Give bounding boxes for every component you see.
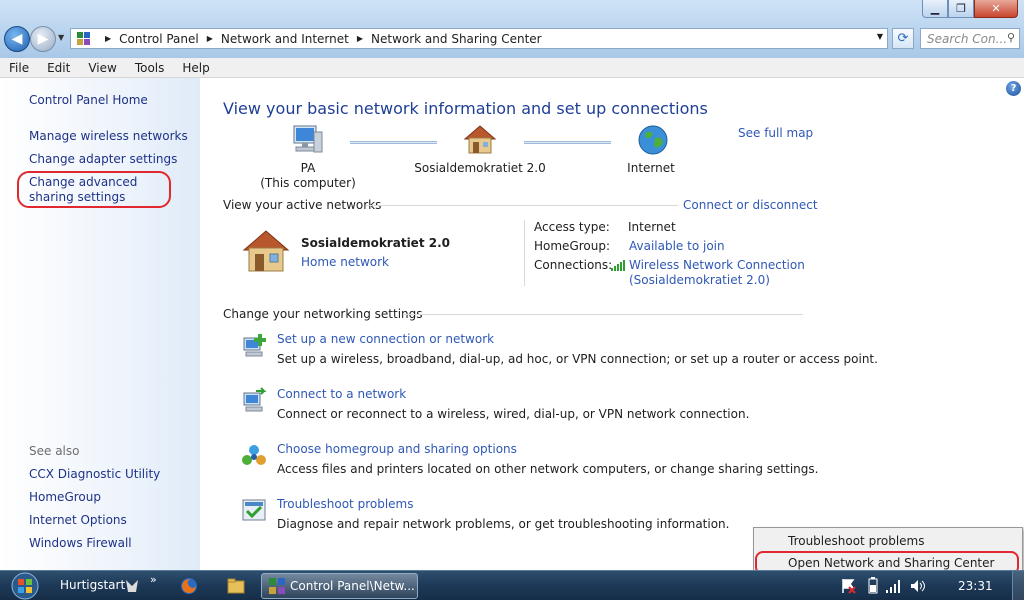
highlight-oval-left [17,171,171,208]
control-panel-home-link[interactable]: Control Panel Home [29,93,148,108]
refresh-icon: ⟳ [897,31,909,46]
connect-or-disconnect-link[interactable]: Connect or disconnect [683,198,818,212]
connections-label: Connections: [534,258,613,272]
show-desktop-button[interactable] [1012,571,1024,600]
breadcrumb-network-and-internet[interactable]: Network and Internet [221,32,349,46]
homegroup-label: HomeGroup: [534,239,611,253]
manage-wireless-networks-link[interactable]: Manage wireless networks [29,129,188,144]
control-panel-taskbar-icon [269,578,285,594]
connect-to-network-link[interactable]: Connect to a network [277,387,406,401]
start-button[interactable] [8,571,42,600]
taskbar: Hurtigstart » Control Panel\Netw... 23:3… [0,570,1024,600]
network-type-link[interactable]: Home network [301,255,389,269]
taskbar-clock[interactable]: 23:31 [958,579,993,593]
breadcrumb-separator-icon: ▶ [105,34,112,43]
menu-tools[interactable]: Tools [126,61,174,75]
menu-bar: File Edit View Tools Help [0,58,1024,78]
computer-icon [293,125,323,153]
breadcrumb-control-panel[interactable]: Control Panel [119,32,199,46]
network-tray-icon[interactable] [885,577,903,595]
connect-to-network-description: Connect or reconnect to a wireless, wire… [277,407,750,421]
wifi-signal-icon [611,260,625,271]
change-settings-heading: Change your networking settings [223,307,423,321]
firefox-icon[interactable] [180,577,198,595]
search-input[interactable]: Search Con... ⚲ [920,28,1020,49]
setup-connection-description: Set up a wireless, broadband, dial-up, a… [277,352,878,366]
back-button[interactable]: ◀ [4,26,30,52]
help-icon[interactable]: ? [1006,81,1021,96]
refresh-button[interactable]: ⟳ [892,28,914,49]
wireless-connection-name: Wireless Network Connection [629,258,805,272]
battery-icon[interactable] [864,577,882,595]
context-troubleshoot-item[interactable]: Troubleshoot problems [788,534,924,548]
minimize-button[interactable]: ▁ [922,0,948,18]
troubleshoot-icon [242,499,266,521]
volume-icon[interactable] [909,577,927,595]
active-network-name: Sosialdemokratiet 2.0 [301,236,450,250]
close-button[interactable]: ✕ [974,0,1018,18]
map-computer-label: PA (This computer) [258,161,358,191]
homegroup-link[interactable]: HomeGroup [29,490,101,505]
access-type-label: Access type: [534,220,610,234]
wireless-connection-ssid: (Sosialdemokratiet 2.0) [629,273,770,287]
ccx-diagnostic-utility-link[interactable]: CCX Diagnostic Utility [29,467,160,482]
maximize-button[interactable]: ❐ [948,0,974,18]
menu-help[interactable]: Help [173,61,218,75]
window-controls: ▁ ❐ ✕ [922,0,1018,18]
breadcrumb-separator-icon: ▶ [356,34,364,43]
map-connector-line [524,141,611,144]
control-panel-icon [77,31,91,46]
back-arrow-icon: ◀ [11,31,23,47]
quicklaunch-label[interactable]: Hurtigstart [60,578,125,592]
map-network-label: Sosialdemokratiet 2.0 [414,161,546,175]
forward-arrow-icon: ▶ [37,31,49,47]
forward-button[interactable]: ▶ [30,26,56,52]
home-network-large-icon [242,230,290,272]
menu-file[interactable]: File [0,61,38,75]
troubleshoot-problems-description: Diagnose and repair network problems, or… [277,517,730,531]
tray-app-icon[interactable] [123,577,141,595]
menu-edit[interactable]: Edit [38,61,79,75]
homegroup-sharing-link[interactable]: Choose homegroup and sharing options [277,442,517,456]
breadcrumb-network-sharing-center[interactable]: Network and Sharing Center [371,32,542,46]
change-adapter-settings-link[interactable]: Change adapter settings [29,152,177,167]
windows-firewall-link[interactable]: Windows Firewall [29,536,132,551]
quicklaunch-chevron-icon[interactable]: » [150,573,157,586]
page-title: View your basic network information and … [223,99,708,118]
action-center-flag-icon[interactable] [839,577,857,595]
homegroup-icon [242,445,266,465]
wireless-connection-link[interactable]: Wireless Network Connection (Sosialdemok… [629,258,805,288]
details-divider [524,220,525,286]
search-icon[interactable]: ⚲ [1007,31,1015,44]
menu-view[interactable]: View [79,61,125,75]
computer-name: PA [300,161,316,175]
section-divider [403,314,803,315]
see-also-label: See also [29,444,80,458]
home-network-icon [463,125,497,154]
connect-network-icon [243,387,267,412]
internet-options-link[interactable]: Internet Options [29,513,127,528]
breadcrumb-separator-icon: ▶ [206,34,213,43]
explorer-folder-icon[interactable] [227,577,245,595]
taskbar-app-label: Control Panel\Netw... [290,579,415,593]
see-full-map-link[interactable]: See full map [738,126,813,140]
computer-subtitle: (This computer) [260,176,356,190]
active-networks-heading: View your active networks [223,198,382,212]
map-internet-label: Internet [627,161,675,175]
new-connection-icon [243,334,266,357]
homegroup-sharing-description: Access files and printers located on oth… [277,462,819,476]
section-divider [366,205,678,206]
title-bar: ▁ ❐ ✕ ◀ ▶ ▼ ▶ Control Panel ▶ Network an… [0,0,1024,58]
address-dropdown-icon[interactable]: ▼ [877,32,883,41]
available-to-join-link[interactable]: Available to join [629,239,725,253]
troubleshoot-problems-link[interactable]: Troubleshoot problems [277,497,413,511]
globe-icon [638,125,668,155]
address-bar[interactable]: ▶ Control Panel ▶ Network and Internet ▶… [70,28,888,49]
search-placeholder: Search Con... [927,31,1008,46]
map-connector-line [350,141,437,144]
setup-connection-link[interactable]: Set up a new connection or network [277,332,494,346]
access-type-value: Internet [628,220,676,234]
recent-pages-dropdown-icon[interactable]: ▼ [58,33,64,42]
